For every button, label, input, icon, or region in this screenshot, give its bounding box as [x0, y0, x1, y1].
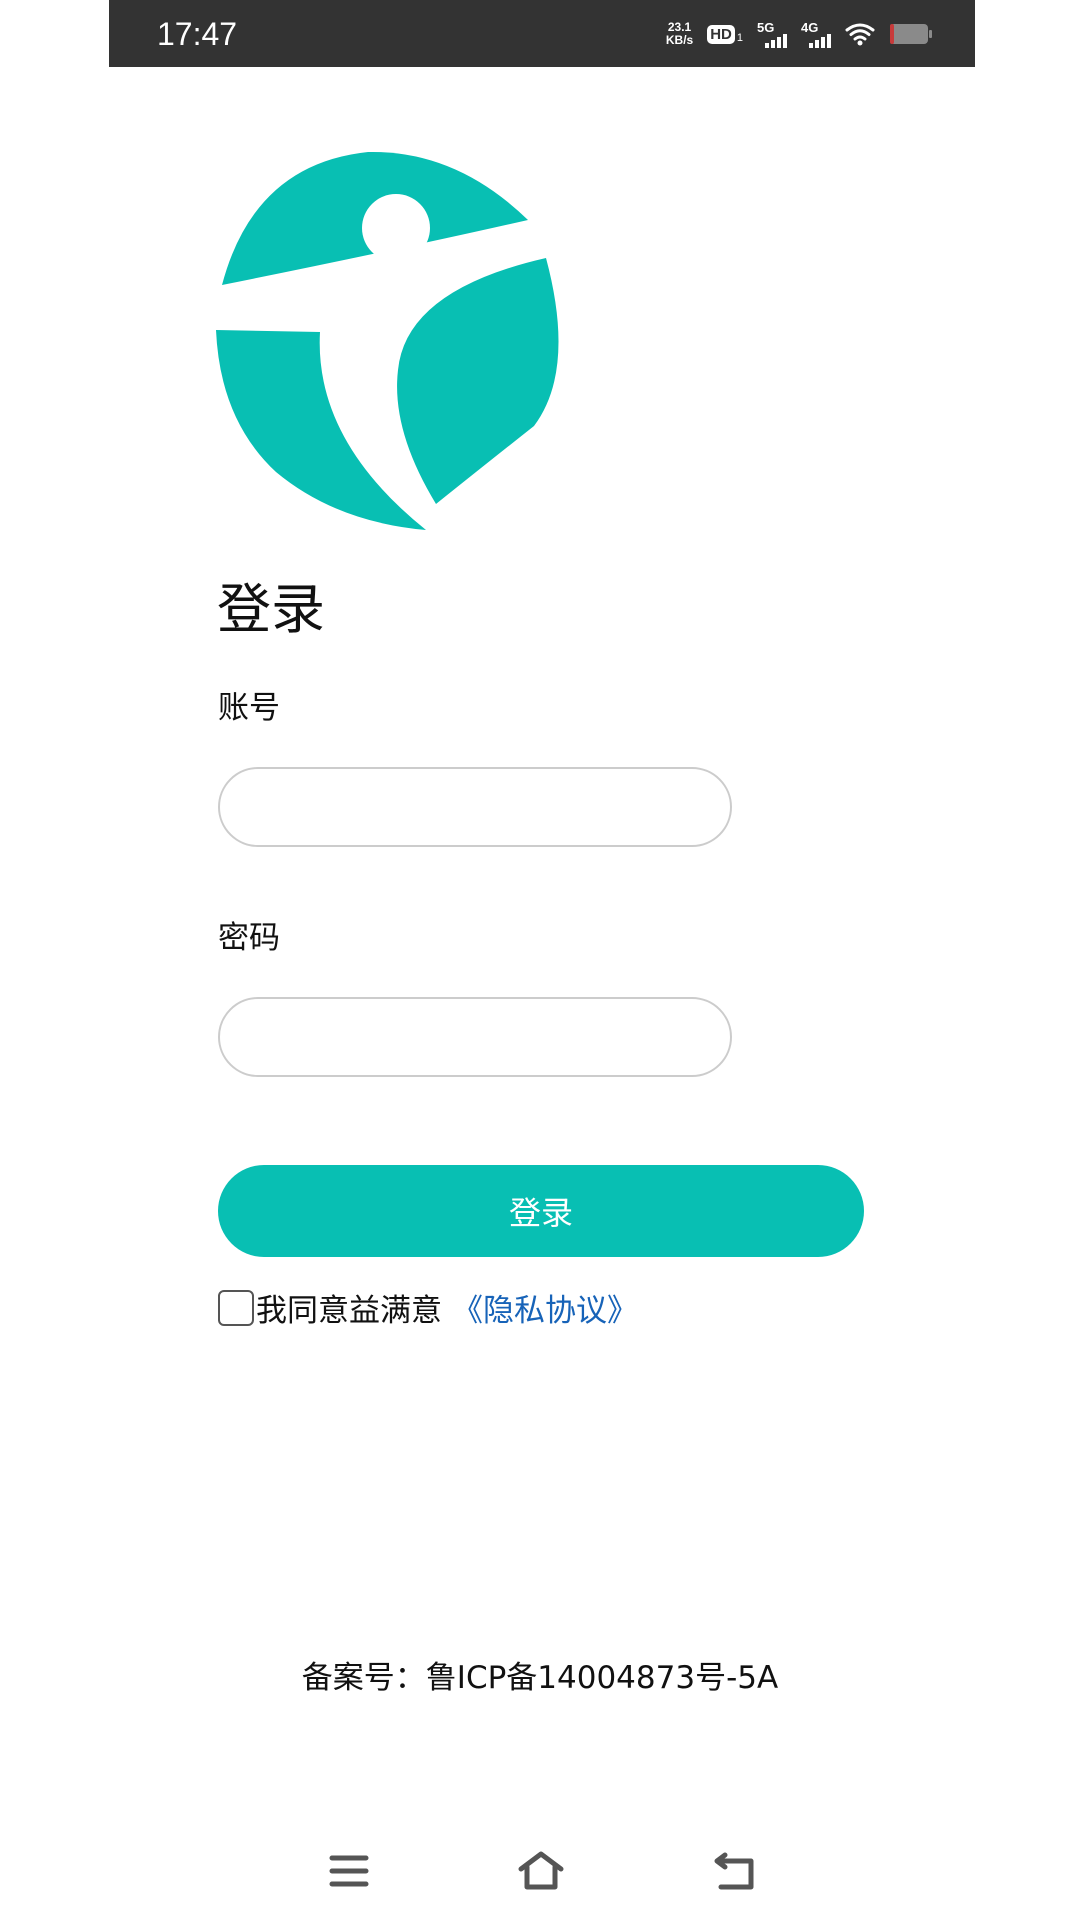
status-bar: 17:47 23.1 KB/s HD 1 5G 4G: [109, 0, 975, 67]
network-speed-unit: KB/s: [665, 33, 694, 47]
battery-icon: [890, 24, 932, 44]
signal-5g-label: 5G: [757, 19, 775, 35]
privacy-policy-link[interactable]: 《隐私协议》: [452, 1285, 638, 1330]
person-leaf-logo-icon: [216, 151, 559, 530]
wifi-icon: [845, 23, 875, 46]
signal-bars-icon: [765, 33, 787, 48]
agree-text: 我同意益满意: [256, 1293, 442, 1329]
nav-menu-button[interactable]: [319, 1846, 379, 1896]
signal-4g-icon: 4G: [801, 21, 831, 48]
agreement-row: 我同意益满意 《隐私协议》: [218, 1290, 638, 1330]
password-label: 密码: [218, 920, 280, 956]
account-input[interactable]: [218, 767, 732, 847]
login-screen: 17:47 23.1 KB/s HD 1 5G 4G 登录 账号 密码 登录 我…: [0, 0, 1080, 1920]
hd-label: HD: [707, 24, 735, 44]
nav-home-button[interactable]: [511, 1846, 571, 1896]
network-speed: 23.1 KB/s: [666, 21, 693, 47]
nav-back-button[interactable]: [705, 1846, 765, 1896]
status-time: 17:47: [157, 16, 238, 52]
signal-4g-label: 4G: [801, 19, 819, 35]
password-input[interactable]: [218, 997, 732, 1077]
menu-icon: [329, 1855, 369, 1887]
home-icon: [518, 1851, 564, 1890]
hd-icon: HD 1: [707, 24, 743, 44]
status-icons: 23.1 KB/s HD 1 5G 4G: [666, 14, 933, 54]
signal-5g-icon: 5G: [757, 21, 787, 48]
signal-bars-icon: [809, 33, 831, 48]
login-button[interactable]: 登录: [218, 1165, 864, 1257]
back-icon: [714, 1852, 754, 1890]
agree-checkbox[interactable]: [218, 1290, 254, 1326]
icp-record: 备案号：鲁ICP备14004873号-5A: [301, 1660, 779, 1696]
page-title: 登录: [217, 578, 325, 641]
account-label: 账号: [218, 690, 280, 726]
hd-sub-label: 1: [736, 31, 743, 44]
